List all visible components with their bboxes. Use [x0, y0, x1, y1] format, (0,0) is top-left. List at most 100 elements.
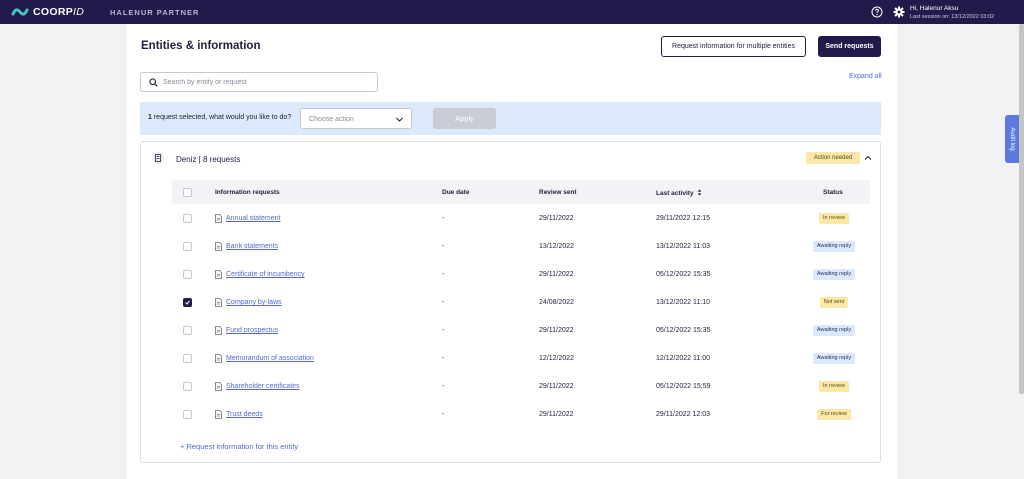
top-bar: COORPID HALENUR PARTNER Hi, Halenur Aksu…: [0, 0, 1024, 24]
review-sent: 13/12/2022: [539, 243, 575, 250]
table-row[interactable]: Certificate of incumbency - 29/11/2022 05/1…: [172, 261, 870, 289]
request-link[interactable]: Certificate of incumbency: [226, 271, 305, 278]
last-activity: 12/12/2022 11:00: [656, 355, 710, 362]
expand-all-link[interactable]: Expand all: [849, 73, 882, 80]
last-session: Last session on: 13/12/2022 03:02: [910, 14, 995, 20]
audit-log-label: Audit log: [1009, 127, 1015, 151]
column-last-activity[interactable]: Last activity: [656, 189, 702, 197]
due-date: -: [442, 411, 445, 418]
status-badge: In review: [818, 213, 850, 224]
document-icon: [215, 298, 222, 307]
review-sent: 29/11/2022: [539, 327, 574, 334]
due-date: -: [442, 327, 445, 334]
review-sent: 29/11/2022: [539, 271, 574, 278]
search-input[interactable]: [163, 75, 373, 89]
audit-log-tab[interactable]: Audit log: [1005, 115, 1019, 163]
last-activity: 29/11/2022 12:03: [656, 411, 710, 418]
due-date: -: [442, 271, 445, 278]
add-request-link[interactable]: + Request information for this entity: [180, 442, 298, 451]
document-icon: [215, 270, 222, 279]
table-row[interactable]: Company by-laws - 24/08/2022 13/12/2022 11:…: [172, 289, 870, 317]
chevron-up-icon[interactable]: [864, 154, 872, 162]
column-information-requests[interactable]: Information requests: [215, 189, 280, 196]
last-activity: 29/11/2022 12:15: [656, 215, 710, 222]
last-activity: 13/12/2022 11:10: [656, 299, 710, 306]
due-date: -: [442, 299, 445, 306]
row-checkbox[interactable]: [183, 242, 192, 251]
column-review-sent[interactable]: Review sent: [539, 189, 577, 196]
sort-icon[interactable]: [697, 189, 702, 196]
column-due-date[interactable]: Due date: [442, 189, 469, 196]
action-needed-badge: Action needed: [806, 152, 860, 164]
row-checkbox[interactable]: [183, 382, 192, 391]
table-row[interactable]: Shareholder certificates - 29/11/2022 05/12…: [172, 373, 870, 401]
gear-icon[interactable]: [893, 6, 905, 18]
table-row[interactable]: Bank statements - 13/12/2022 13/12/2022 11:…: [172, 233, 870, 261]
request-link[interactable]: Bank statements: [226, 243, 278, 250]
search-icon: [149, 78, 158, 87]
request-multiple-button[interactable]: Request information for multiple entitie…: [661, 36, 806, 57]
column-status[interactable]: Status: [823, 189, 843, 196]
help-icon[interactable]: [871, 6, 883, 18]
due-date: -: [442, 215, 445, 222]
row-checkbox[interactable]: [183, 410, 192, 419]
last-activity: 13/12/2022 11:03: [656, 243, 710, 250]
due-date: -: [442, 243, 445, 250]
status-badge: For review: [817, 409, 851, 420]
entity-card: Deniz | 8 requests Action needed Informa…: [140, 141, 881, 463]
row-checkbox[interactable]: [183, 326, 192, 335]
request-link[interactable]: Fund prospectus: [226, 327, 278, 334]
table-row[interactable]: Memorandum of association - 12/12/2022 12/1…: [172, 345, 870, 373]
review-sent: 12/12/2022: [539, 355, 575, 362]
table-header: Information requests Due date Review sen…: [172, 180, 870, 204]
send-requests-button[interactable]: Send requests: [818, 36, 881, 57]
document-icon: [215, 382, 222, 391]
row-checkbox[interactable]: [183, 270, 192, 279]
status-badge: Not sent: [819, 297, 849, 308]
request-link[interactable]: Trust deeds: [226, 411, 263, 418]
building-icon: [155, 154, 161, 162]
scrollbar[interactable]: [1019, 24, 1024, 394]
row-checkbox[interactable]: [183, 298, 192, 307]
partner-name: HALENUR PARTNER: [110, 8, 200, 17]
action-select[interactable]: Choose action: [300, 108, 412, 129]
row-checkbox[interactable]: [183, 354, 192, 363]
table-row[interactable]: Fund prospectus - 29/11/2022 05/12/2022 15:…: [172, 317, 870, 345]
selection-summary: 1 request selected, what would you like …: [148, 114, 292, 121]
page-title: Entities & information: [141, 40, 261, 52]
request-link[interactable]: Annual statement: [226, 215, 280, 222]
status-badge: Awaiting reply: [812, 269, 856, 280]
last-activity: 05/12/2022 15:59: [656, 383, 711, 390]
review-sent: 29/11/2022: [539, 411, 574, 418]
review-sent: 24/08/2022: [539, 299, 575, 306]
chevron-down-icon: [396, 117, 403, 122]
document-icon: [215, 242, 222, 251]
last-activity: 05/12/2022 15:35: [656, 271, 711, 278]
logo[interactable]: COORPID: [11, 5, 84, 19]
bulk-action-bar: 1 request selected, what would you like …: [140, 102, 881, 135]
document-icon: [215, 326, 222, 335]
entity-icon: [152, 152, 164, 164]
search-box[interactable]: [140, 72, 378, 92]
logo-icon: [11, 8, 29, 16]
document-icon: [215, 354, 222, 363]
table-row[interactable]: Annual statement - 29/11/2022 29/11/2022 12…: [172, 205, 870, 233]
request-link[interactable]: Shareholder certificates: [226, 383, 300, 390]
due-date: -: [442, 383, 445, 390]
document-icon: [215, 214, 222, 223]
status-badge: In review: [818, 381, 850, 392]
user-greeting: Hi, Halenur Aksu: [910, 5, 959, 12]
review-sent: 29/11/2022: [539, 215, 574, 222]
table-row[interactable]: Trust deeds - 29/11/2022 29/11/2022 12:03 Fo…: [172, 401, 870, 429]
select-all-checkbox[interactable]: [183, 188, 192, 197]
last-activity: 05/12/2022 15:35: [656, 327, 711, 334]
apply-button[interactable]: Apply: [433, 108, 496, 129]
entity-title: Deniz | 8 requests: [176, 155, 241, 164]
row-checkbox[interactable]: [183, 214, 192, 223]
request-link[interactable]: Company by-laws: [226, 299, 282, 306]
request-link[interactable]: Memorandum of association: [226, 355, 314, 362]
check-icon: [185, 300, 190, 305]
action-select-placeholder: Choose action: [309, 116, 354, 123]
user-info[interactable]: Hi, Halenur Aksu Last session on: 13/12/…: [910, 5, 994, 21]
status-badge: Awaiting reply: [812, 353, 856, 364]
